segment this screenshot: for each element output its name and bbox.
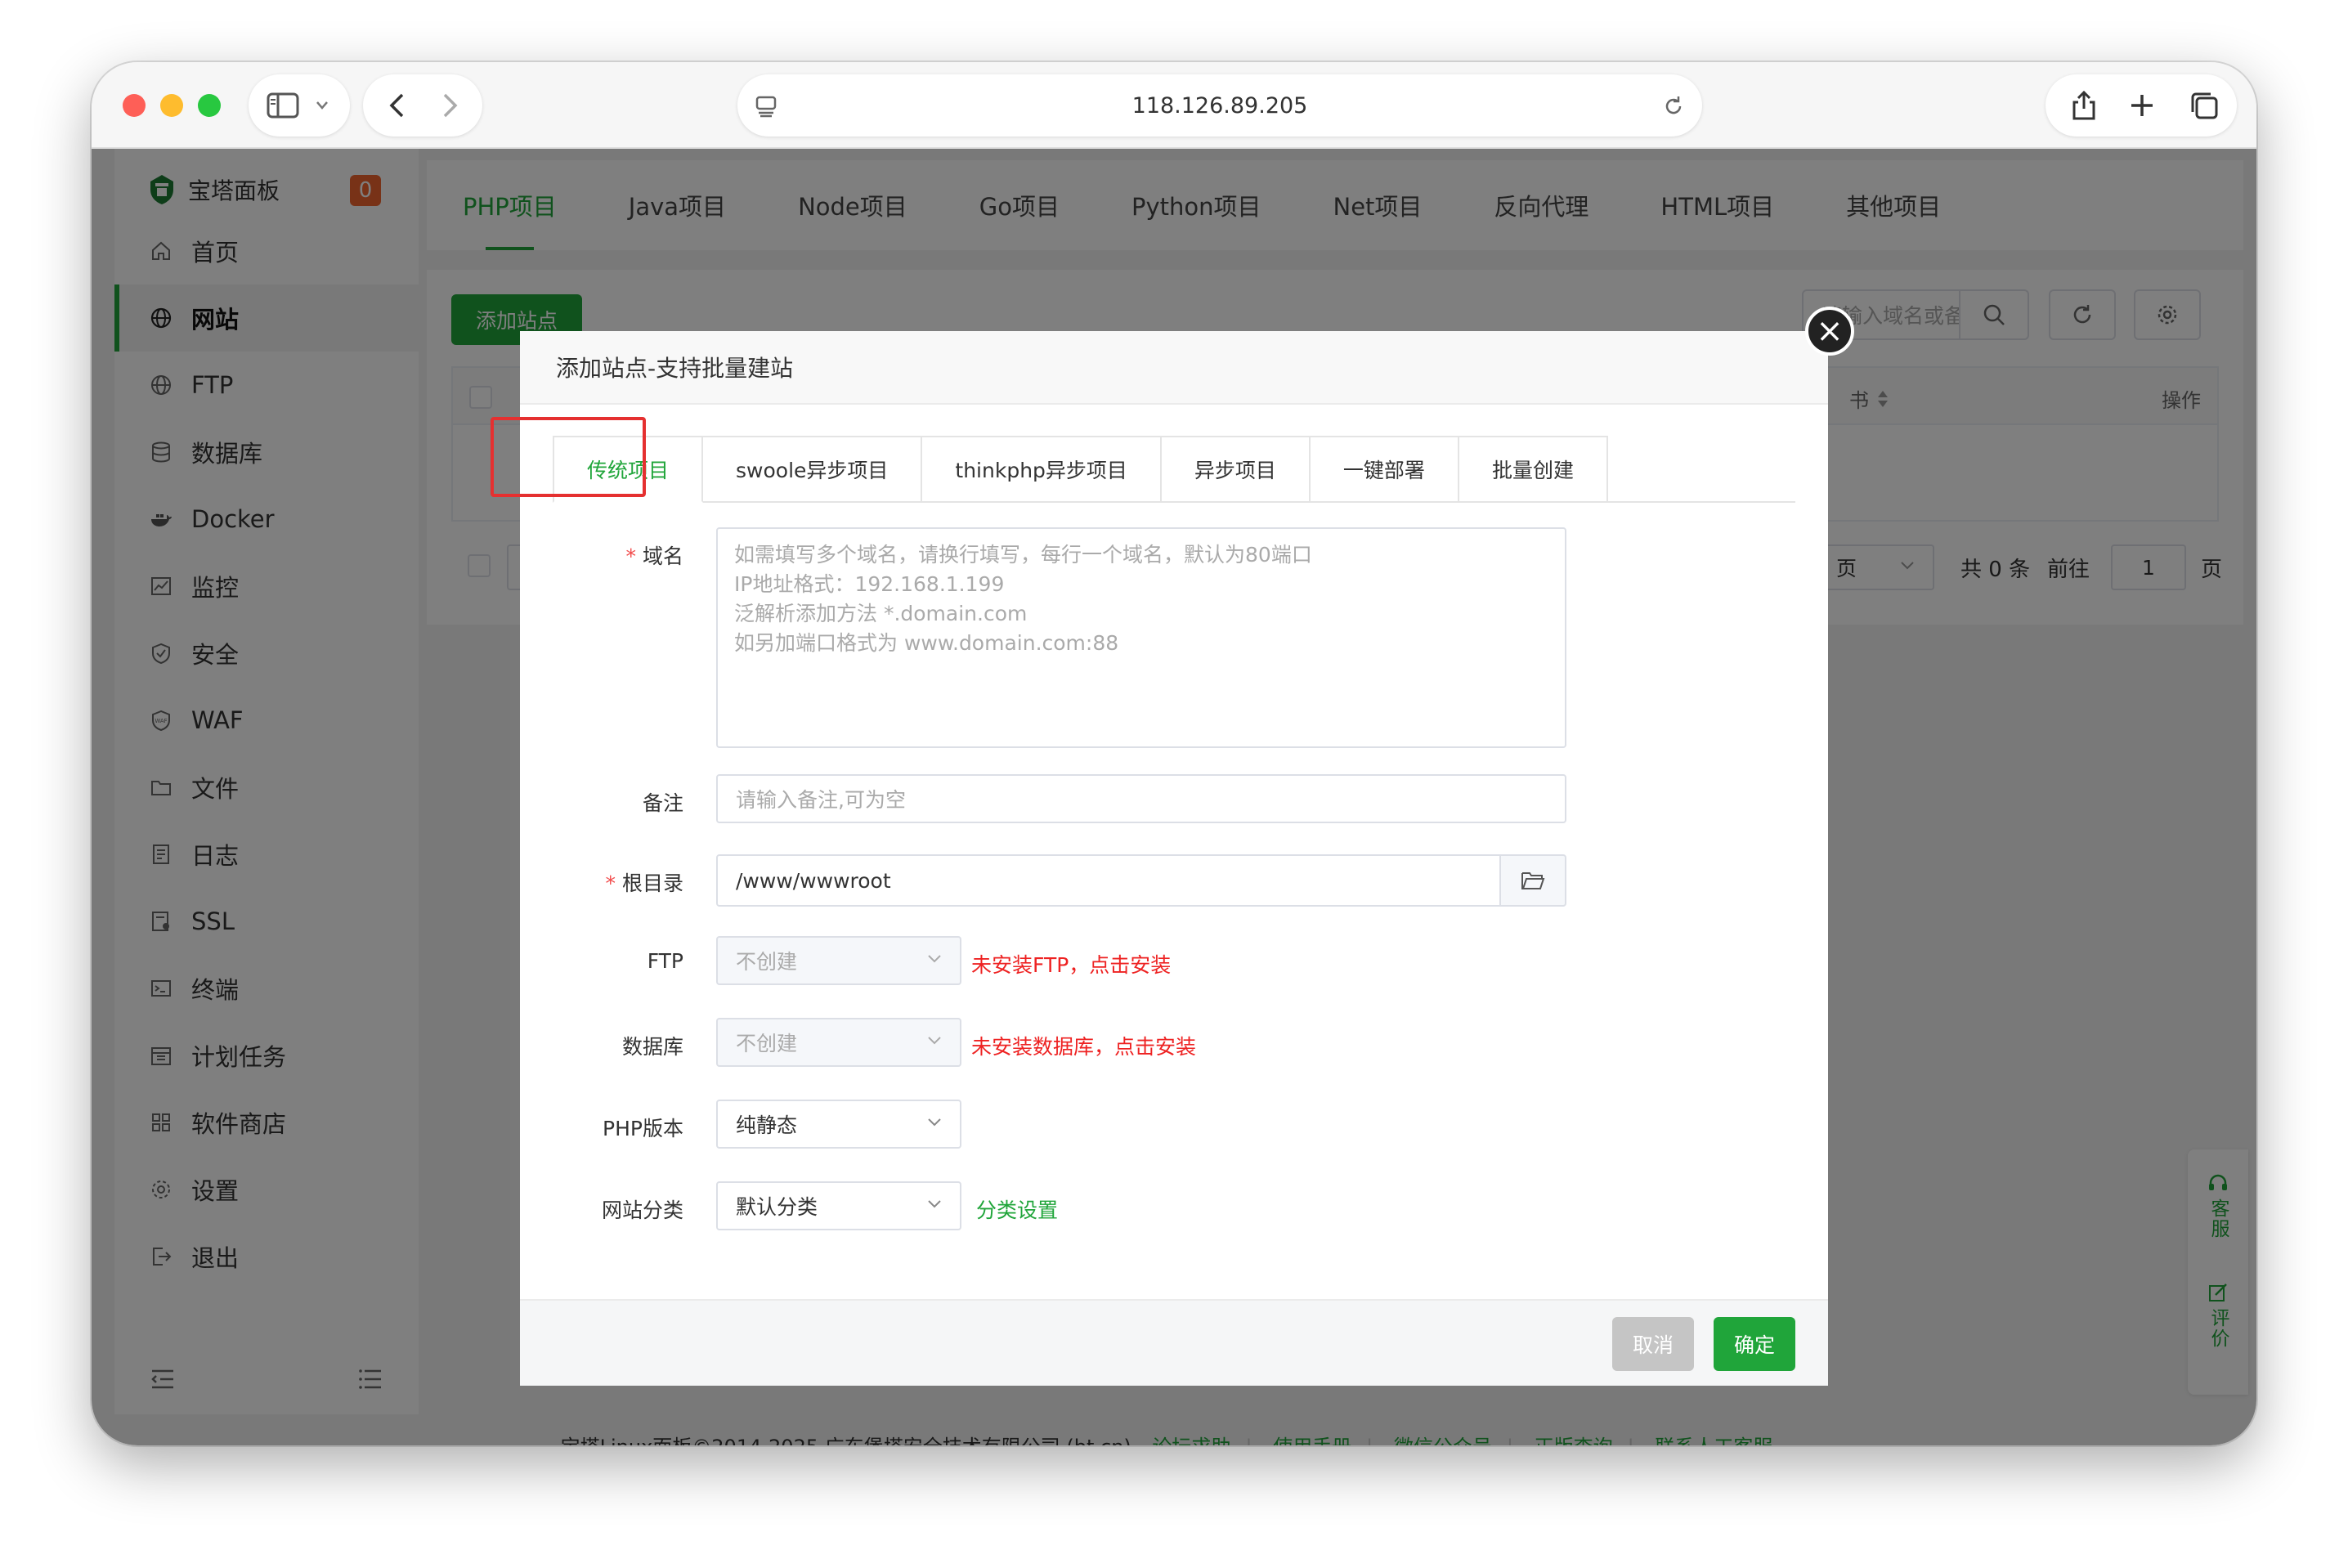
dialog-footer: 取消 确定 <box>520 1299 1828 1386</box>
database-select[interactable]: 不创建 <box>716 1018 961 1067</box>
ftp-install-link[interactable]: 未安装FTP，点击安装 <box>971 949 1171 979</box>
sidebar-toggle-button[interactable] <box>249 74 350 137</box>
share-icon[interactable] <box>2070 89 2098 122</box>
site-category-label: 网站分类 <box>601 1198 683 1222</box>
root-dir-label: * 根目录 <box>605 871 683 895</box>
remark-input[interactable]: 请输入备注,可为空 <box>716 774 1566 823</box>
domain-placeholder-line: 泛解析添加方法 *.domain.com <box>734 602 1028 625</box>
close-icon: × <box>1816 312 1844 350</box>
domain-label: * 域名 <box>625 544 683 568</box>
database-label: 数据库 <box>621 1035 683 1059</box>
tab-batch-create[interactable]: 批量创建 <box>1459 436 1608 503</box>
php-version-select[interactable]: 纯静态 <box>716 1100 961 1149</box>
folder-open-icon <box>1521 872 1545 889</box>
browser-window: 118.126.89.205 宝塔面板 0 首页 网站 FTP 数据库 Dock… <box>92 62 2256 1445</box>
chevron-down-icon <box>928 1037 941 1045</box>
tab-one-click-deploy[interactable]: 一键部署 <box>1310 436 1459 503</box>
tab-swoole[interactable]: swoole异步项目 <box>703 436 923 503</box>
chevron-down-icon <box>928 1118 941 1127</box>
root-dir-input[interactable]: /www/wwwroot <box>716 854 1501 907</box>
ftp-label: FTP <box>647 949 683 973</box>
back-arrow-icon[interactable] <box>388 92 407 119</box>
domain-textarea[interactable]: 如需填写多个域名，请换行填写，每行一个域名，默认为80端口 IP地址格式：192… <box>716 527 1566 748</box>
dialog-close-button[interactable]: × <box>1805 307 1854 356</box>
highlight-annotation <box>491 417 646 497</box>
ftp-select[interactable]: 不创建 <box>716 936 961 985</box>
tabs-overview-icon[interactable] <box>2189 91 2219 120</box>
maximize-window-button[interactable] <box>198 94 221 117</box>
add-site-dialog: 添加站点-支持批量建站 × 传统项目 swoole异步项目 thinkphp异步… <box>520 307 1854 1386</box>
database-install-link[interactable]: 未安装数据库，点击安装 <box>971 1031 1196 1060</box>
required-marker: * <box>605 871 616 895</box>
site-category-select[interactable]: 默认分类 <box>716 1181 961 1230</box>
domain-placeholder-line: 如需填写多个域名，请换行填写，每行一个域名，默认为80端口 <box>734 543 1312 567</box>
url-text: 118.126.89.205 <box>1131 92 1308 119</box>
sidebar-icon <box>267 92 299 119</box>
chevron-down-icon <box>928 955 941 963</box>
tab-async[interactable]: 异步项目 <box>1161 436 1311 503</box>
chevron-down-icon <box>316 101 328 110</box>
dialog-tabs: 传统项目 swoole异步项目 thinkphp异步项目 异步项目 一键部署 批… <box>553 436 1795 503</box>
forward-arrow-icon[interactable] <box>440 92 459 119</box>
page-content: 宝塔面板 0 首页 网站 FTP 数据库 Docker 监控 安全 WAFWAF… <box>92 149 2256 1445</box>
dialog-header: 添加站点-支持批量建站 <box>520 331 1828 405</box>
close-window-button[interactable] <box>123 94 146 117</box>
domain-placeholder-line: IP地址格式：192.168.1.199 <box>734 572 1005 596</box>
required-marker: * <box>625 544 636 568</box>
browser-toolbar: 118.126.89.205 <box>92 62 2256 149</box>
domain-placeholder-line: 如另加端口格式为 www.domain.com:88 <box>734 631 1119 655</box>
cancel-button[interactable]: 取消 <box>1612 1317 1694 1371</box>
php-version-label: PHP版本 <box>603 1117 683 1140</box>
browser-actions <box>2046 74 2237 137</box>
browse-folder-button[interactable] <box>1499 854 1566 907</box>
minimize-window-button[interactable] <box>160 94 183 117</box>
tab-thinkphp[interactable]: thinkphp异步项目 <box>922 436 1162 503</box>
reload-icon[interactable] <box>1661 94 1686 119</box>
address-bar[interactable]: 118.126.89.205 <box>737 74 1702 137</box>
category-settings-link[interactable]: 分类设置 <box>976 1194 1058 1224</box>
confirm-button[interactable]: 确定 <box>1714 1317 1795 1371</box>
history-nav <box>363 74 482 137</box>
chevron-down-icon <box>928 1200 941 1208</box>
dialog-title: 添加站点-支持批量建站 <box>556 355 794 382</box>
page-settings-icon[interactable] <box>754 94 778 119</box>
new-tab-icon[interactable] <box>2129 92 2155 119</box>
remark-label: 备注 <box>642 791 683 815</box>
